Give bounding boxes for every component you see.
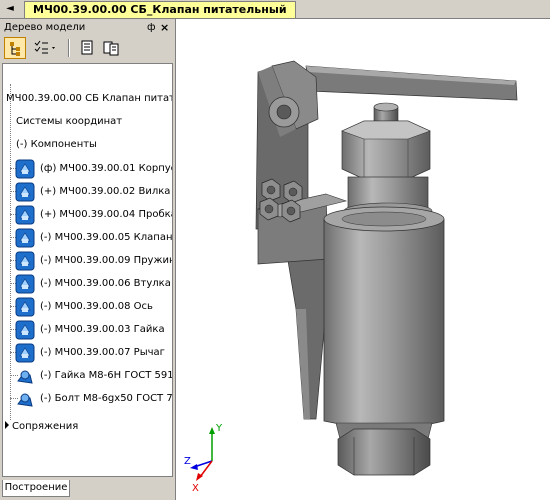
properties-button[interactable] <box>76 37 98 59</box>
tree-item-label: (-) МЧ00.39.00.03 Гайка <box>40 324 165 335</box>
tree-item-label: (ф) МЧ00.39.00.01 Корпус <box>40 163 173 174</box>
tree-item-label: (-) МЧ00.39.00.09 Пружина <box>40 255 173 266</box>
close-icon[interactable]: × <box>160 21 169 34</box>
document-tab[interactable]: МЧ00.39.00.00 СБ_Клапан питательный <box>24 1 296 18</box>
tree-item-label: (-) Болт М8-6gx50 ГОСТ 7798 <box>40 393 173 404</box>
tree-item-label: Сопряжения <box>12 421 79 432</box>
tab-construction[interactable]: Построение <box>2 480 70 497</box>
copy-properties-button[interactable] <box>100 37 122 59</box>
part-icon <box>14 227 36 249</box>
tree-structure-button[interactable] <box>4 37 26 59</box>
part-icon <box>14 181 36 203</box>
tree-root-label: МЧ00.39.00.00 СБ Клапан питательный <box>6 93 173 104</box>
model-viewport[interactable]: Y Z X <box>176 19 550 500</box>
document-tab-bar: ◄ МЧ00.39.00.00 СБ_Клапан питательный <box>0 0 550 19</box>
part-icon <box>14 342 36 364</box>
tree-item-label: (-) МЧ00.39.00.05 Клапан <box>40 232 173 243</box>
standard-part-icon <box>14 388 36 410</box>
part-icon <box>14 296 36 318</box>
copy-properties-icon <box>103 41 119 56</box>
tree-item-label: (-) МЧ00.39.00.08 Ось <box>40 301 153 312</box>
expand-arrow-icon[interactable] <box>4 420 10 430</box>
axis-label-z: Z <box>184 456 191 467</box>
part-icon <box>14 319 36 341</box>
properties-icon <box>81 40 93 55</box>
tree-item-label: (-) МЧ00.39.00.07 Рычаг <box>40 347 165 358</box>
part-icon <box>14 273 36 295</box>
part-icon <box>14 250 36 272</box>
tree-item-label: (+) МЧ00.39.00.02 Вилка <box>40 186 171 197</box>
tree-toolbar <box>2 36 173 62</box>
tree-item-label: Системы координат <box>16 116 123 127</box>
standard-part-icon <box>14 365 36 387</box>
model-tree[interactable]: МЧ00.39.00.00 СБ Клапан питательный Сист… <box>2 63 173 477</box>
tree-item-label: (-) Компоненты <box>16 139 97 150</box>
part-icon <box>14 158 36 180</box>
tree-item-label: (+) МЧ00.39.00.04 Пробка <box>40 209 173 220</box>
tree-structure-icon <box>10 42 20 56</box>
filter-button[interactable] <box>30 37 60 59</box>
panel-header: Дерево модели ф × <box>2 21 173 34</box>
tree-item-label: (-) МЧ00.39.00.06 Втулка <box>40 278 171 289</box>
part-icon <box>14 204 36 226</box>
tree-item-label: (-) Гайка М8-6Н ГОСТ 5915-7 <box>40 370 173 381</box>
axis-label-x: X <box>192 483 199 494</box>
panel-title: Дерево модели <box>4 22 86 33</box>
filter-list-icon <box>34 40 55 54</box>
model-tree-panel: Дерево модели ф × МЧ00.39.00.00 СБ Клапа… <box>0 19 176 500</box>
tab-scroll-left-icon[interactable]: ◄ <box>2 2 18 15</box>
axis-label-y: Y <box>215 423 223 434</box>
axis-triad: Y Z X <box>184 423 223 494</box>
pin-icon[interactable]: ф <box>147 21 156 34</box>
